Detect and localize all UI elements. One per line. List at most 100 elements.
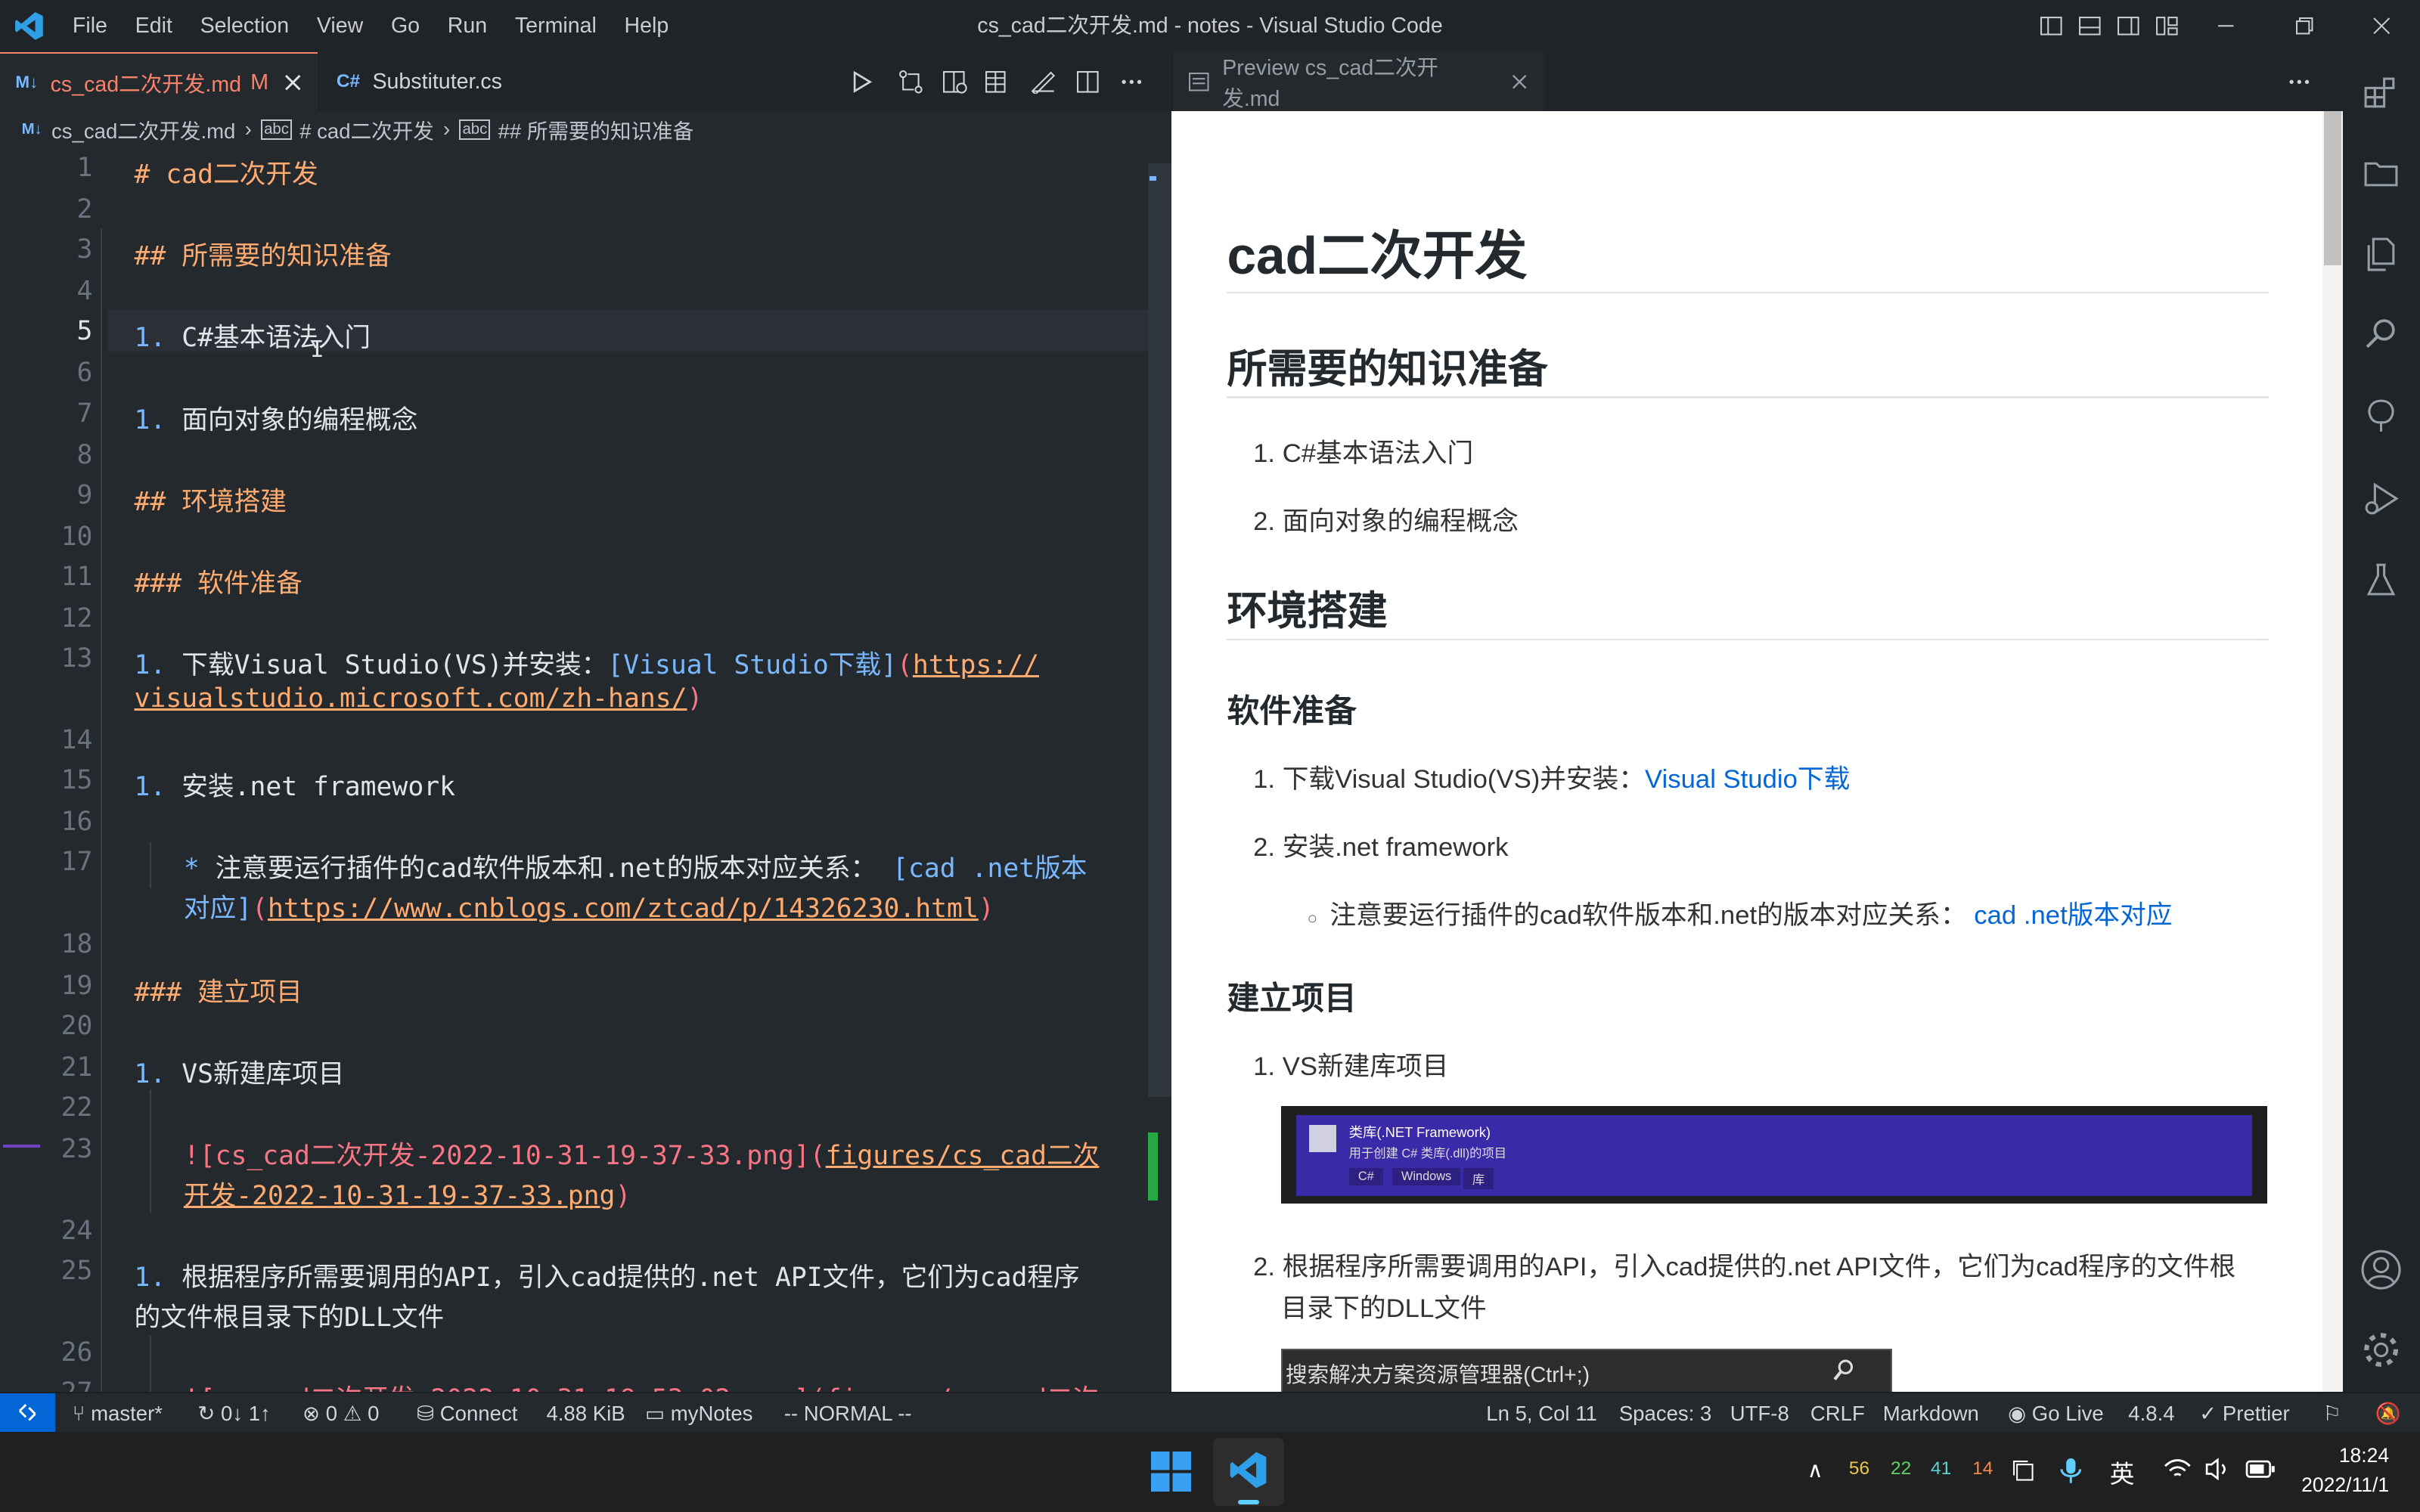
minimize-icon[interactable] (2199, 0, 2251, 52)
menu-view[interactable]: View (302, 0, 377, 52)
explorer-icon[interactable] (2343, 218, 2420, 292)
wifi-icon[interactable] (2164, 1457, 2192, 1482)
preview-scrollbar[interactable] (2322, 110, 2343, 1392)
list-item: 1. C#基本语法入门 (1253, 439, 1474, 469)
indentation[interactable]: Spaces: 3 (1619, 1393, 1712, 1433)
sync-status[interactable]: ↻ 0↓ 1↑ (197, 1393, 271, 1433)
extensions-icon[interactable] (2343, 55, 2420, 129)
remote-indicator-icon[interactable] (0, 1393, 56, 1432)
toggle-panel-icon[interactable] (2071, 0, 2108, 52)
testing-icon[interactable] (2343, 543, 2420, 617)
menu-run[interactable]: Run (433, 0, 501, 52)
diff-added-marker (1148, 1132, 1158, 1201)
open-preview-side-icon[interactable] (942, 70, 970, 94)
windows-start-icon[interactable] (1151, 1452, 1192, 1492)
scrollbar-thumb[interactable] (1148, 163, 1171, 1097)
split-editor-icon[interactable] (1075, 70, 1100, 94)
breadcrumb-h2[interactable]: ## 所需要的知识准备 (498, 114, 694, 144)
breadcrumb-h1[interactable]: # cad二次开发 (299, 114, 434, 144)
tab-cs-cad-md[interactable]: M↓ cs_cad二次开发.md M (0, 52, 318, 111)
code-line-wrap: 对应](https://www.cnblogs.com/ztcad/p/1432… (183, 894, 994, 925)
toggle-secondary-sidebar-icon[interactable] (2110, 0, 2147, 52)
menu-go[interactable]: Go (377, 0, 434, 52)
more-actions-icon[interactable] (1119, 70, 1144, 94)
open-changes-icon[interactable] (897, 70, 925, 94)
settings-gear-icon[interactable] (2343, 1313, 2420, 1387)
menu-file[interactable]: File (59, 0, 122, 52)
tray-counter[interactable]: 41 (1931, 1458, 1951, 1479)
encoding[interactable]: UTF-8 (1730, 1393, 1789, 1433)
code-line-wrap: 开发-2022-10-31-19-37-33.png) (183, 1181, 631, 1212)
file-size: 4.88 KiB (546, 1401, 625, 1425)
ime-indicator[interactable]: 英 (2110, 1455, 2135, 1490)
close-tab-icon[interactable] (284, 73, 302, 91)
tray-counter[interactable]: 22 (1891, 1458, 1911, 1479)
clock-date[interactable]: 2022/11/1 (2269, 1473, 2389, 1497)
tray-counter[interactable]: 56 (1849, 1458, 1869, 1479)
prettier-status[interactable]: ✓ Prettier (2199, 1393, 2290, 1433)
copy-icon[interactable] (2011, 1458, 2036, 1483)
class-library-icon (1308, 1124, 1337, 1153)
source-control-icon[interactable] (2343, 380, 2420, 454)
code-line: ### 软件准备 (134, 568, 302, 599)
cursor-position[interactable]: Ln 5, Col 11 (1486, 1393, 1597, 1433)
markdown-editor[interactable]: 1 2 3 4 5 6 7 8 9 10 11 12 13 14 15 16 1… (0, 147, 1171, 1392)
preview-link[interactable]: Visual Studio下载 (1645, 765, 1850, 794)
menu-selection[interactable]: Selection (186, 0, 302, 52)
editor-tab-bar: M↓ cs_cad二次开发.md M C# Substituter.cs (0, 52, 1171, 111)
project-template-card: 类库(.NET Framework) 用于创建 C# 类库(.dll)的项目 C… (1296, 1115, 2252, 1196)
symbol-string-icon: abc (459, 119, 491, 140)
line-number: 27 (61, 1377, 93, 1391)
tab-preview[interactable]: Preview cs_cad二次开发.md (1172, 52, 1544, 112)
tab-substituter-cs[interactable]: C# Substituter.cs (321, 52, 537, 111)
more-actions-icon[interactable] (2287, 70, 2312, 94)
pen-icon[interactable] (1029, 70, 1057, 94)
problems-status[interactable]: ⊗ 0 ⚠ 0 (302, 1393, 379, 1433)
preview-image: 类库(.NET Framework) 用于创建 C# 类库(.dll)的项目 C… (1280, 1106, 2267, 1204)
end-of-line[interactable]: CRLF (1810, 1393, 1865, 1433)
account-icon[interactable] (2343, 1233, 2420, 1307)
clock-time[interactable]: 18:24 (2310, 1444, 2389, 1467)
markdown-preview[interactable]: cad二次开发 所需要的知识准备 1. C#基本语法入门 2. 面向对象的编程概… (1171, 110, 2323, 1392)
toggle-primary-sidebar-icon[interactable] (2033, 0, 2070, 52)
notifications-bell-icon[interactable]: 🔕 (2375, 1393, 2401, 1433)
close-window-icon[interactable] (2355, 0, 2407, 52)
tray-counter[interactable]: 14 (1972, 1458, 1993, 1479)
go-live-button[interactable]: ◉ Go Live (2008, 1393, 2104, 1433)
code-line: 1. 下载Visual Studio(VS)并安装：[Visual Studio… (134, 650, 1039, 680)
version[interactable]: 4.8.4 (2128, 1393, 2174, 1433)
connect-status[interactable]: ⛁ Connect (417, 1393, 517, 1433)
customize-layout-icon[interactable] (2149, 0, 2186, 52)
menu-help[interactable]: Help (610, 0, 682, 52)
scrollbar-thumb[interactable] (2324, 110, 2341, 266)
vscode-logo (0, 11, 59, 42)
breadcrumb-file[interactable]: cs_cad二次开发.md (51, 114, 235, 144)
run-icon[interactable] (850, 70, 875, 94)
line-number: 8 (76, 439, 93, 470)
volume-icon[interactable] (2204, 1457, 2232, 1482)
vscode-taskbar-button[interactable] (1213, 1438, 1284, 1506)
indent-guide (149, 1336, 151, 1392)
preview-h3: 建立项目 (1227, 980, 1357, 1017)
workspace-folder[interactable]: ▭ myNotes (645, 1393, 752, 1433)
editor-scrollbar[interactable] (1148, 147, 1171, 1392)
tab-modified-badge: M (250, 70, 269, 94)
feedback-icon[interactable]: ⚐ (2322, 1393, 2341, 1433)
preview-link[interactable]: cad .net版本对应 (1974, 901, 2172, 930)
microphone-icon[interactable] (2059, 1457, 2083, 1485)
branch-status[interactable]: ⑂ master* (73, 1393, 163, 1433)
restore-icon[interactable] (2278, 0, 2330, 52)
close-tab-icon[interactable] (1511, 73, 1528, 90)
tab-label: Preview cs_cad二次开发.md (1222, 56, 1438, 112)
search-icon[interactable] (2343, 298, 2420, 372)
preview-h2: 环境搭建 (1227, 589, 1388, 634)
code-line: # cad二次开发 (134, 160, 318, 191)
menu-edit[interactable]: Edit (121, 0, 186, 52)
table-icon[interactable] (983, 70, 1008, 94)
menu-terminal[interactable]: Terminal (501, 0, 611, 52)
run-debug-icon[interactable] (2343, 461, 2420, 535)
chevron-up-icon[interactable]: ∧ (1807, 1457, 1823, 1483)
folder-icon[interactable] (2343, 136, 2420, 210)
indent-guide (149, 842, 151, 889)
language-mode[interactable]: Markdown (1883, 1393, 1979, 1433)
